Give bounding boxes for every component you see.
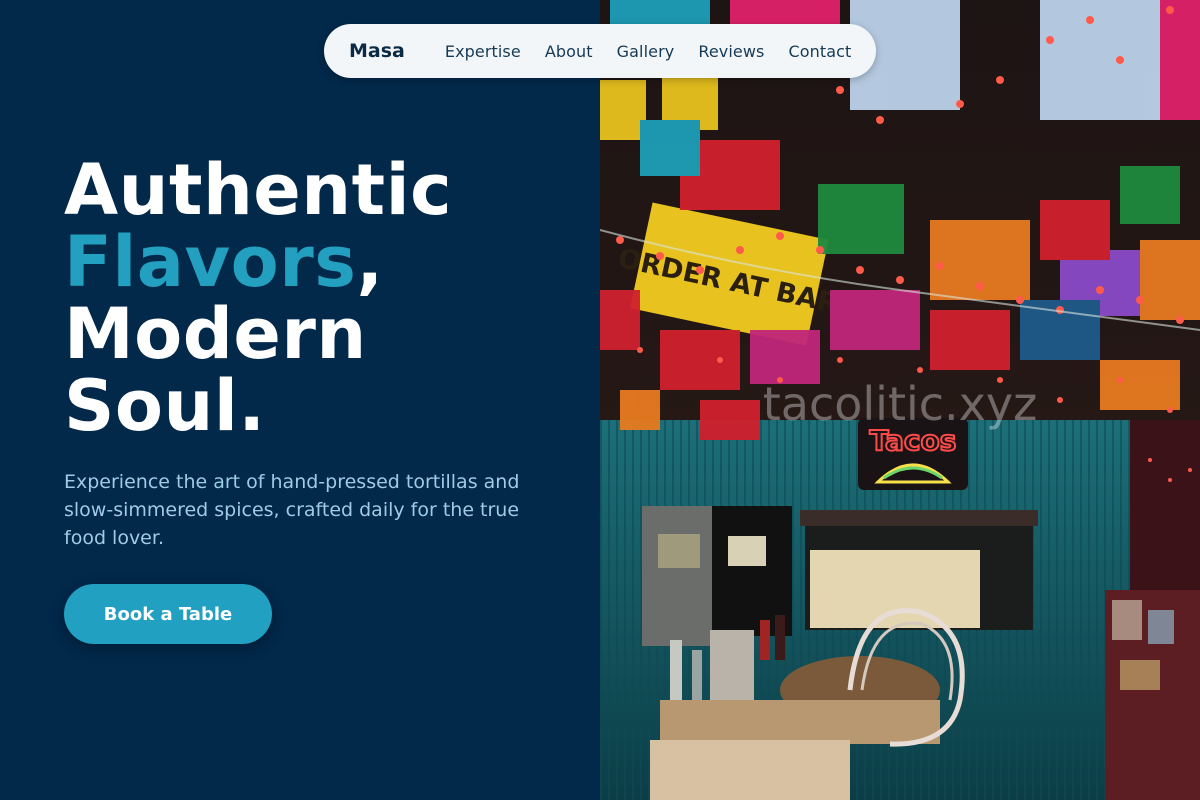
restaurant-scene-illustration: Tacos ORDER AT BAR tacolitic.xyz xyxy=(600,0,1200,800)
nav-link-gallery[interactable]: Gallery xyxy=(617,42,675,61)
hero-heading-line1: Authentic xyxy=(64,149,453,231)
nav-link-reviews[interactable]: Reviews xyxy=(698,42,764,61)
hero-heading-line3: Modern xyxy=(64,293,367,375)
brand-logo[interactable]: Masa xyxy=(349,40,405,62)
hero-heading: Authentic Flavors, Modern Soul. xyxy=(64,154,452,442)
book-table-button[interactable]: Book a Table xyxy=(64,584,272,644)
hero-subtitle: Experience the art of hand-pressed torti… xyxy=(64,471,520,549)
nav-link-expertise[interactable]: Expertise xyxy=(445,42,521,61)
hero-heading-comma: , xyxy=(356,221,384,303)
hero-heading-accent: Flavors xyxy=(64,221,357,303)
top-navigation: Masa Expertise About Gallery Reviews Con… xyxy=(324,24,876,78)
nav-link-contact[interactable]: Contact xyxy=(788,42,851,61)
photo-watermark: tacolitic.xyz xyxy=(763,377,1038,431)
nav-link-about[interactable]: About xyxy=(545,42,593,61)
hero-heading-line4: Soul. xyxy=(64,365,266,447)
restaurant-photo: Tacos ORDER AT BAR tacolitic.xyz xyxy=(600,0,1200,800)
